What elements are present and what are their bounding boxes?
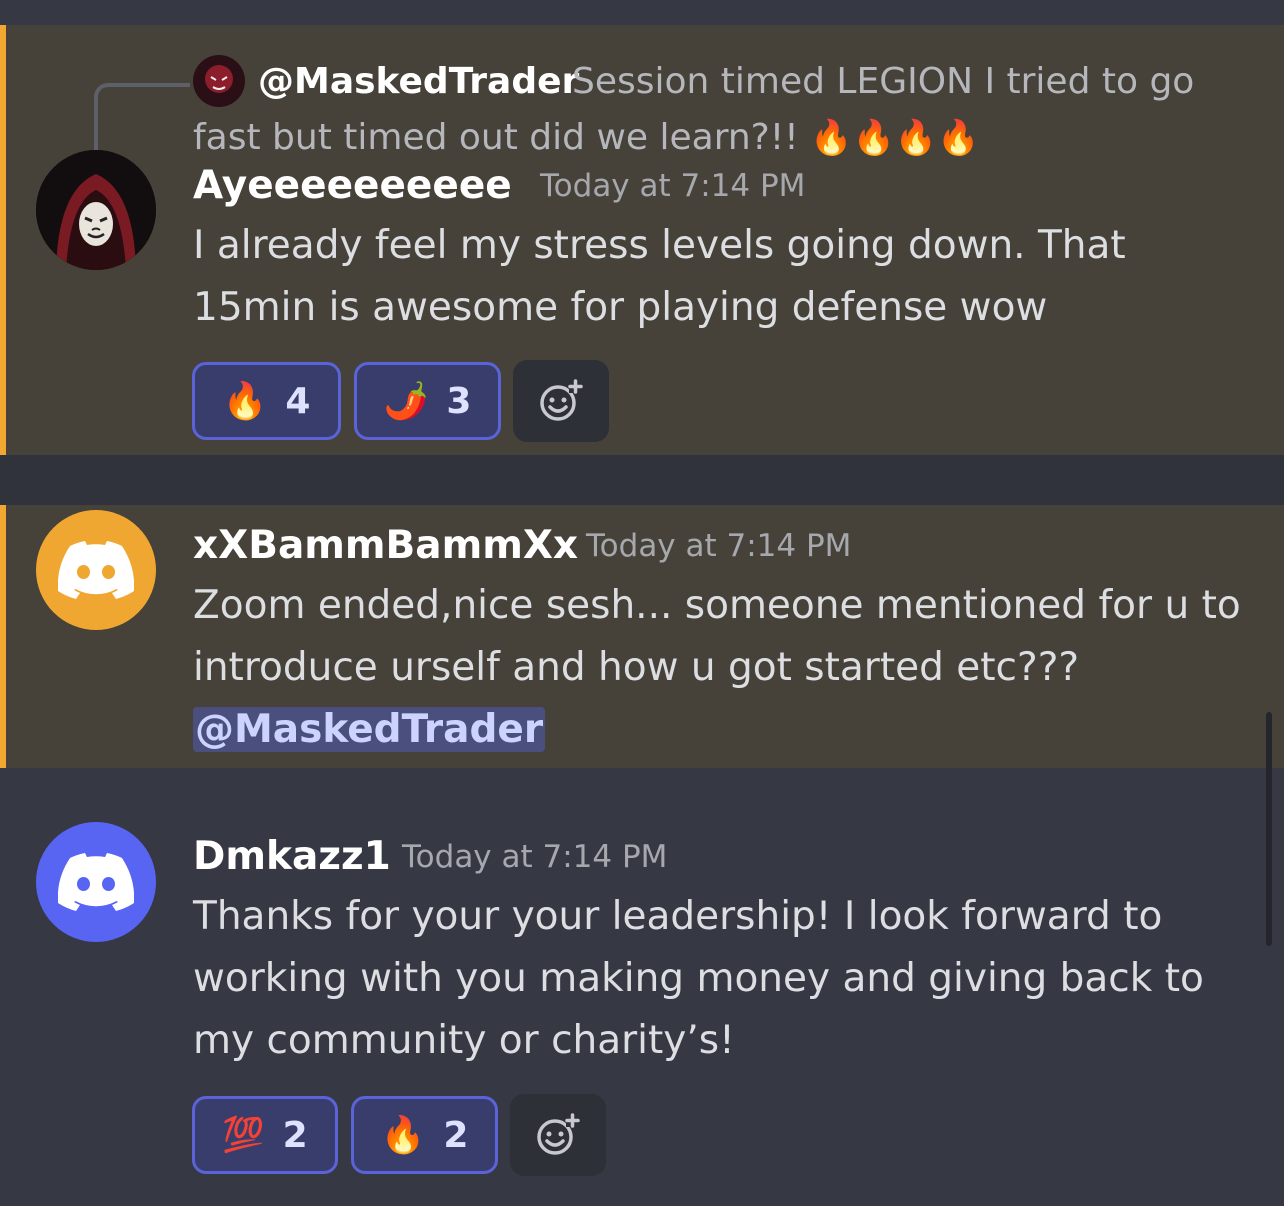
reply-avatar[interactable] (193, 55, 245, 107)
message-content: Thanks for your your leadership! I look … (193, 886, 1263, 1072)
scrollbar[interactable] (1266, 712, 1272, 946)
message-ayeeeeeeeeee[interactable]: @MaskedTrader Session timed LEGION I tri… (0, 25, 1284, 455)
message-divider (0, 455, 1284, 505)
message-dmkazz1[interactable]: Dmkazz1 Today at 7:14 PM Thanks for your… (0, 768, 1284, 1206)
reaction-fire[interactable]: 🔥 4 (192, 362, 341, 440)
reaction-count: 2 (282, 1114, 308, 1156)
message-content: I already feel my stress levels going do… (193, 215, 1263, 339)
add-reaction-icon (540, 379, 583, 421)
message-xxbammbammxx[interactable]: xXBammBammXx Today at 7:14 PM Zoom ended… (0, 505, 1284, 768)
avatar[interactable] (36, 822, 156, 942)
message-line: introduce urself and how u got started e… (193, 645, 1080, 690)
hot-pepper-icon: 🌶️ (383, 381, 429, 422)
add-reaction-button[interactable] (513, 360, 609, 442)
reaction-count: 2 (443, 1114, 469, 1156)
discord-logo-icon (58, 541, 134, 599)
hundred-points-icon: 💯 (222, 1115, 265, 1155)
reaction-hundred[interactable]: 💯 2 (192, 1096, 338, 1174)
discord-logo-icon (58, 853, 134, 911)
message-line: working with you making money and giving… (193, 956, 1204, 1001)
message-author[interactable]: Ayeeeeeeeeee (193, 163, 512, 208)
reaction-fire[interactable]: 🔥 2 (351, 1096, 498, 1174)
reaction-hot-pepper[interactable]: 🌶️ 3 (354, 362, 501, 440)
message-line: my community or charity’s! (193, 1018, 735, 1063)
fire-emoji-row: 🔥🔥🔥🔥 (810, 118, 980, 158)
avatar[interactable] (36, 150, 156, 270)
reaction-count: 3 (446, 380, 472, 422)
message-content: Zoom ended,nice sesh... someone mentione… (193, 575, 1263, 761)
reply-preview-line1[interactable]: Session timed LEGION I tried to go (572, 61, 1194, 102)
fire-icon: 🔥 (380, 1115, 426, 1156)
message-author[interactable]: xXBammBammXx (193, 523, 578, 568)
avatar[interactable] (36, 510, 156, 630)
message-timestamp: Today at 7:14 PM (540, 168, 806, 204)
add-reaction-button[interactable] (510, 1094, 606, 1176)
message-timestamp: Today at 7:14 PM (402, 839, 668, 875)
reply-username[interactable]: @MaskedTrader (258, 61, 579, 102)
message-line: 15min is awesome for playing defense wow (193, 285, 1048, 330)
message-line: Thanks for your your leadership! I look … (193, 894, 1163, 939)
message-line: Zoom ended,nice sesh... someone mentione… (193, 583, 1241, 628)
reply-preview-line2[interactable]: fast but timed out did we learn?!! 🔥🔥🔥🔥 (193, 117, 979, 158)
reaction-count: 4 (285, 380, 311, 422)
message-line: I already feel my stress levels going do… (193, 223, 1126, 268)
message-timestamp: Today at 7:14 PM (586, 528, 852, 564)
fire-icon: 🔥 (222, 381, 268, 422)
message-author[interactable]: Dmkazz1 (193, 834, 391, 879)
add-reaction-icon (537, 1113, 580, 1155)
user-mention[interactable]: @MaskedTrader (193, 707, 546, 752)
